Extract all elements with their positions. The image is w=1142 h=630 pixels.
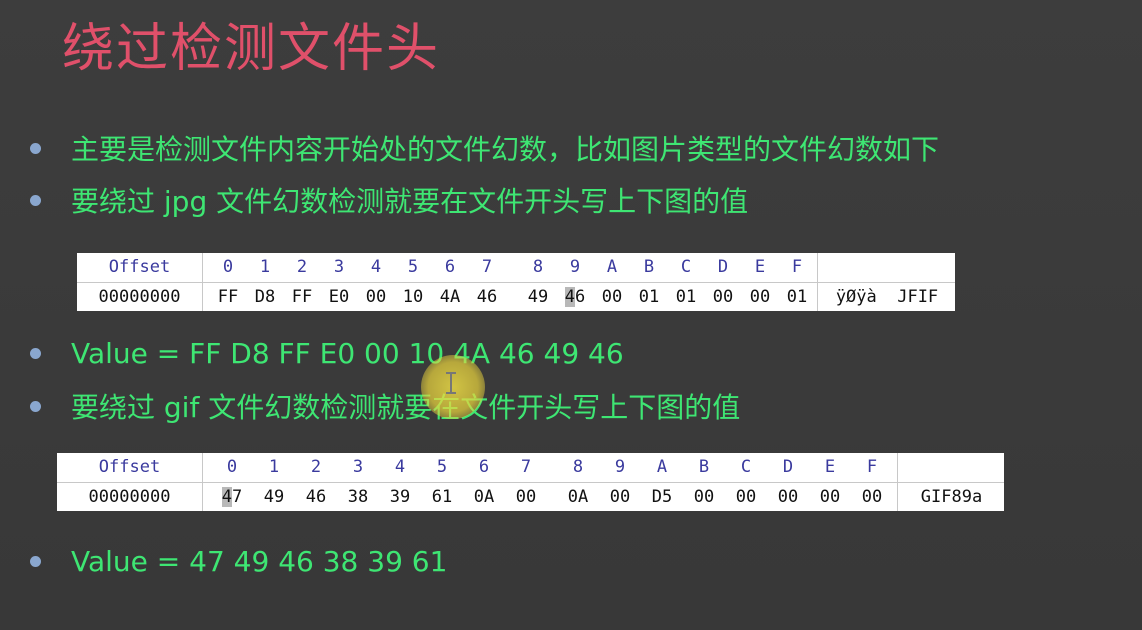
jpg-hex-table: Offset 0123456789ABCDEF 00000000 FF D8 FF E… [77, 253, 955, 311]
hex-byte: 47 [221, 487, 243, 507]
hex-column-header: B [643, 257, 655, 277]
hex-byte: 00 [365, 287, 387, 307]
bullet-item: 要绕过 gif 文件幻数检测就要在文件开头写上下图的值 [30, 386, 740, 426]
bullet-dot-icon [30, 194, 41, 206]
hex-byte: 00 [693, 487, 715, 507]
hex-byte: D5 [651, 487, 673, 507]
bullet-dot-icon [30, 142, 41, 154]
hex-byte: 01 [675, 287, 697, 307]
hex-ascii-value: ÿØÿà JFIF [835, 287, 939, 307]
hex-column-header: 6 [478, 457, 490, 477]
hex-header-row: Offset 0 1 2 3 4 5 6 7 8 9 A B C D E F [77, 253, 955, 283]
hex-byte: 00 [749, 287, 771, 307]
hex-column-header: A [656, 457, 668, 477]
bullet-dot-icon [30, 400, 41, 412]
hex-byte: 49 [527, 287, 549, 307]
hex-column-header: 9 [569, 257, 581, 277]
hex-header-row: Offset 0 1 2 3 4 5 6 7 8 9 A B C D E F [57, 453, 1004, 483]
bullet-dot-icon [30, 556, 41, 567]
hex-offset-value: 00000000 [88, 487, 171, 507]
hex-column-header: 0 [226, 457, 238, 477]
hex-byte: 38 [347, 487, 369, 507]
hex-column-header: 3 [352, 457, 364, 477]
hex-byte: FF [217, 287, 239, 307]
hex-byte: FF [291, 287, 313, 307]
hex-byte: 61 [431, 487, 453, 507]
hex-divider [202, 253, 203, 311]
bullet-item: 要绕过 jpg 文件幻数检测就要在文件开头写上下图的值 [30, 180, 748, 220]
hex-column-header: B [698, 457, 710, 477]
bullet-item: Value = FF D8 FF E0 00 10 4A 46 49 46 [30, 337, 624, 370]
bullet-text: Value = 47 49 46 38 39 61 [71, 545, 448, 578]
hex-byte: 01 [786, 287, 808, 307]
bullet-item: Value = 47 49 46 38 39 61 [30, 545, 447, 578]
hex-column-header: C [680, 257, 692, 277]
hex-byte: 46 [564, 287, 586, 307]
hex-column-header: 4 [370, 257, 382, 277]
bullet-text: Value = FF D8 FF E0 00 10 4A 46 49 46 [71, 337, 624, 370]
hex-ascii-value: GIF89a [920, 487, 983, 507]
hex-column-header: 1 [268, 457, 280, 477]
hex-column-header: 5 [436, 457, 448, 477]
hex-byte: 46 [476, 287, 498, 307]
hex-column-header: D [717, 257, 729, 277]
hex-column-header: F [791, 257, 803, 277]
hex-column-header: 3 [333, 257, 345, 277]
hex-column-header: A [606, 257, 618, 277]
hex-data-row: 00000000 47 49 46 38 39 61 0A 00 0A 00 D5 00 00 00 00 0… [57, 483, 1004, 512]
hex-byte: D8 [254, 287, 276, 307]
hex-divider [897, 453, 898, 511]
bullet-item: 主要是检测文件内容开始处的文件幻数，比如图片类型的文件幻数如下 [30, 128, 939, 168]
hex-column-header: 6 [444, 257, 456, 277]
text-cursor-icon [446, 372, 456, 394]
hex-byte: 01 [638, 287, 660, 307]
bullet-text: 主要是检测文件内容开始处的文件幻数，比如图片类型的文件幻数如下 [71, 133, 940, 166]
hex-byte: 0A [567, 487, 589, 507]
hex-column-header: 2 [296, 257, 308, 277]
hex-divider [817, 253, 818, 311]
hex-byte: 00 [515, 487, 537, 507]
hex-byte: 10 [402, 287, 424, 307]
bullet-text: 要绕过 jpg 文件幻数检测就要在文件开头写上下图的值 [71, 185, 749, 218]
hex-data-row: 00000000 FF D8 FF E0 00 10 4A 46 49 46 00 01 01 00 00 0… [77, 283, 955, 312]
hex-offset-value: 00000000 [98, 287, 181, 307]
hex-byte: 49 [263, 487, 285, 507]
hex-byte: 00 [712, 287, 734, 307]
hex-byte: 4A [439, 287, 461, 307]
hex-byte: 00 [735, 487, 757, 507]
hex-byte: 00 [601, 287, 623, 307]
gif-hex-table: Offset 0123456789ABCDEF 00000000 47 49 46 3… [57, 453, 1004, 511]
hex-column-header: 9 [614, 457, 626, 477]
slide-title: 绕过检测文件头 [62, 19, 441, 79]
hex-column-header: 8 [572, 457, 584, 477]
hex-column-header: 0 [222, 257, 234, 277]
hex-column-header: 5 [407, 257, 419, 277]
hex-column-header: D [782, 457, 794, 477]
hex-byte: 39 [389, 487, 411, 507]
hex-column-header: 7 [520, 457, 532, 477]
hex-column-header: 8 [532, 257, 544, 277]
hex-column-header: 2 [310, 457, 322, 477]
hex-byte: 00 [777, 487, 799, 507]
hex-offset-header: Offset [98, 457, 161, 477]
hex-byte: 00 [861, 487, 883, 507]
hex-column-header: C [740, 457, 752, 477]
hex-byte: 00 [609, 487, 631, 507]
hex-byte: E0 [328, 287, 350, 307]
bullet-dot-icon [30, 348, 41, 359]
bullet-text: 要绕过 gif 文件幻数检测就要在文件开头写上下图的值 [71, 391, 741, 424]
hex-column-header: F [866, 457, 878, 477]
hex-column-header: E [754, 257, 766, 277]
hex-byte: 0A [473, 487, 495, 507]
hex-column-header: 1 [259, 257, 271, 277]
hex-offset-header: Offset [108, 257, 171, 277]
hex-column-header: 7 [481, 257, 493, 277]
hex-byte: 46 [305, 487, 327, 507]
hex-column-header: 4 [394, 457, 406, 477]
pointer-highlight-icon [421, 355, 485, 419]
hex-column-header: E [824, 457, 836, 477]
hex-byte: 00 [819, 487, 841, 507]
hex-divider [202, 453, 203, 511]
